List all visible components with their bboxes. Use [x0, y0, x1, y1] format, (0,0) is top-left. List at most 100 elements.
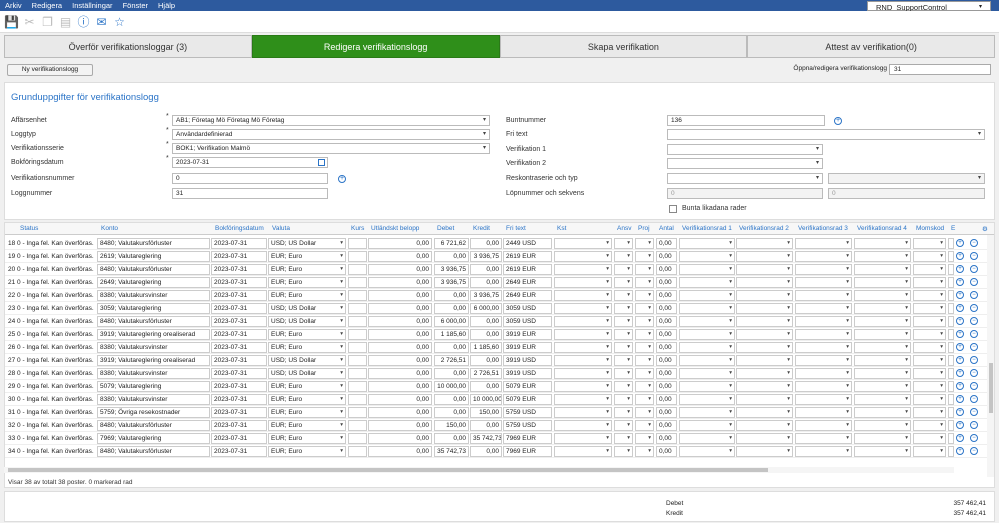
debet-cell[interactable]: 0,00 — [434, 407, 469, 418]
valuta-cell[interactable]: EUR; Euro ▾ — [268, 251, 346, 262]
debet-cell[interactable]: 35 742,73 — [434, 446, 469, 457]
valuta-cell[interactable]: EUR; Euro ▾ — [268, 446, 346, 457]
remove-row-icon[interactable]: − — [970, 382, 978, 390]
menu-arkiv[interactable]: Arkiv — [0, 0, 27, 11]
fritext-cell[interactable]: 3059 USD — [503, 316, 552, 327]
kredit-cell[interactable]: 3 936,75 — [470, 290, 502, 301]
ansv-cell[interactable]: ▾ — [614, 264, 633, 275]
verrad1-cell[interactable]: ▾ — [679, 264, 735, 275]
column-header[interactable]: Debet — [437, 225, 454, 232]
konto-cell[interactable]: 3059; Valutareglering — [97, 303, 210, 314]
add-row-icon[interactable]: + — [956, 252, 964, 260]
ansv-cell[interactable]: ▾ — [614, 290, 633, 301]
datum-cell[interactable]: 2023-07-31 — [211, 316, 267, 327]
star-icon[interactable]: ☆ — [111, 13, 128, 30]
ansv-cell[interactable]: ▾ — [614, 420, 633, 431]
serie-select[interactable]: BOK1; Verifikation Malmö ▾ — [172, 143, 490, 154]
verrad4-cell[interactable]: ▾ — [854, 290, 911, 301]
kst-cell[interactable]: ▾ — [554, 433, 612, 444]
kredit-cell[interactable]: 0,00 — [470, 316, 502, 327]
e-cell[interactable] — [948, 433, 954, 444]
verrad3-cell[interactable]: ▾ — [795, 342, 852, 353]
fritext-cell[interactable]: 3919 USD — [503, 368, 552, 379]
debet-cell[interactable]: 0,00 — [434, 290, 469, 301]
utl-belopp-cell[interactable]: 0,00 — [368, 433, 432, 444]
table-row[interactable]: 19 0 - Inga fel. Kan överföras. 2619; Val… — [5, 250, 994, 263]
e-cell[interactable] — [948, 303, 954, 314]
column-header[interactable]: Utländskt belopp — [371, 225, 419, 232]
kurs-cell[interactable] — [348, 407, 367, 418]
kst-cell[interactable]: ▾ — [554, 290, 612, 301]
antal-cell[interactable]: 0,00 — [656, 303, 677, 314]
e-cell[interactable] — [948, 264, 954, 275]
verrad2-cell[interactable]: ▾ — [736, 290, 793, 301]
kst-cell[interactable]: ▾ — [554, 238, 612, 249]
verrad1-cell[interactable]: ▾ — [679, 329, 735, 340]
utl-belopp-cell[interactable]: 0,00 — [368, 420, 432, 431]
remove-row-icon[interactable]: − — [970, 434, 978, 442]
column-header[interactable]: Bokföringsdatum — [215, 225, 264, 232]
save-icon[interactable]: 💾 — [3, 13, 20, 30]
add-row-icon[interactable]: + — [956, 421, 964, 429]
verrad4-cell[interactable]: ▾ — [854, 316, 911, 327]
table-row[interactable]: 21 0 - Inga fel. Kan överföras. 2649; Val… — [5, 276, 994, 289]
debet-cell[interactable]: 10 000,00 — [434, 381, 469, 392]
kurs-cell[interactable] — [348, 433, 367, 444]
utl-belopp-cell[interactable]: 0,00 — [368, 446, 432, 457]
verrad1-cell[interactable]: ▾ — [679, 355, 735, 366]
table-row[interactable]: 31 0 - Inga fel. Kan överföras. 5759; Övr… — [5, 406, 994, 419]
vertical-scrollbar[interactable] — [987, 235, 994, 477]
open-log-select[interactable]: 31 — [889, 64, 991, 75]
ansv-cell[interactable]: ▾ — [614, 433, 633, 444]
proj-cell[interactable]: ▾ — [635, 290, 654, 301]
antal-cell[interactable]: 0,00 — [656, 394, 677, 405]
datum-cell[interactable]: 2023-07-31 — [211, 394, 267, 405]
kredit-cell[interactable]: 0,00 — [470, 381, 502, 392]
verrad2-cell[interactable]: ▾ — [736, 303, 793, 314]
utl-belopp-cell[interactable]: 0,00 — [368, 381, 432, 392]
e-cell[interactable] — [948, 342, 954, 353]
antal-cell[interactable]: 0,00 — [656, 420, 677, 431]
add-row-icon[interactable]: + — [956, 291, 964, 299]
fritext-cell[interactable]: 2649 EUR — [503, 290, 552, 301]
scroll-thumb[interactable] — [8, 468, 768, 472]
verrad3-cell[interactable]: ▾ — [795, 381, 852, 392]
datum-cell[interactable]: 2023-07-31 — [211, 433, 267, 444]
kurs-cell[interactable] — [348, 394, 367, 405]
verrad3-cell[interactable]: ▾ — [795, 394, 852, 405]
kredit-cell[interactable]: 0,00 — [470, 264, 502, 275]
ansv-cell[interactable]: ▾ — [614, 368, 633, 379]
kredit-cell[interactable]: 0,00 — [470, 238, 502, 249]
datum-cell[interactable]: 2023-07-31 — [211, 381, 267, 392]
kredit-cell[interactable]: 0,00 — [470, 355, 502, 366]
konto-cell[interactable]: 8380; Valutakursvinster — [97, 342, 210, 353]
e-cell[interactable] — [948, 381, 954, 392]
debet-cell[interactable]: 0,00 — [434, 368, 469, 379]
kurs-cell[interactable] — [348, 316, 367, 327]
verrad3-cell[interactable]: ▾ — [795, 290, 852, 301]
profile-select[interactable]: RND_SupportControl ▾ — [867, 1, 991, 12]
utl-belopp-cell[interactable]: 0,00 — [368, 355, 432, 366]
verrad3-cell[interactable]: ▾ — [795, 316, 852, 327]
kurs-cell[interactable] — [348, 303, 367, 314]
menu-fonster[interactable]: Fönster — [118, 0, 153, 11]
kst-cell[interactable]: ▾ — [554, 342, 612, 353]
column-header[interactable]: Proj — [638, 225, 650, 232]
momskod-cell[interactable]: ▾ — [913, 420, 946, 431]
remove-row-icon[interactable]: − — [970, 278, 978, 286]
proj-cell[interactable]: ▾ — [635, 381, 654, 392]
column-header[interactable]: Valuta — [272, 225, 290, 232]
debet-cell[interactable]: 0,00 — [434, 394, 469, 405]
column-header[interactable]: Kredit — [473, 225, 490, 232]
ansv-cell[interactable]: ▾ — [614, 407, 633, 418]
konto-cell[interactable]: 8480; Valutakursförluster — [97, 446, 210, 457]
fritext-cell[interactable]: 2649 EUR — [503, 277, 552, 288]
kredit-cell[interactable]: 0,00 — [470, 277, 502, 288]
antal-cell[interactable]: 0,00 — [656, 238, 677, 249]
verrad2-cell[interactable]: ▾ — [736, 238, 793, 249]
proj-cell[interactable]: ▾ — [635, 303, 654, 314]
proj-cell[interactable]: ▾ — [635, 238, 654, 249]
debet-cell[interactable]: 0,00 — [434, 303, 469, 314]
new-log-button[interactable]: Ny verifikationslogg — [7, 64, 93, 76]
momskod-cell[interactable]: ▾ — [913, 277, 946, 288]
